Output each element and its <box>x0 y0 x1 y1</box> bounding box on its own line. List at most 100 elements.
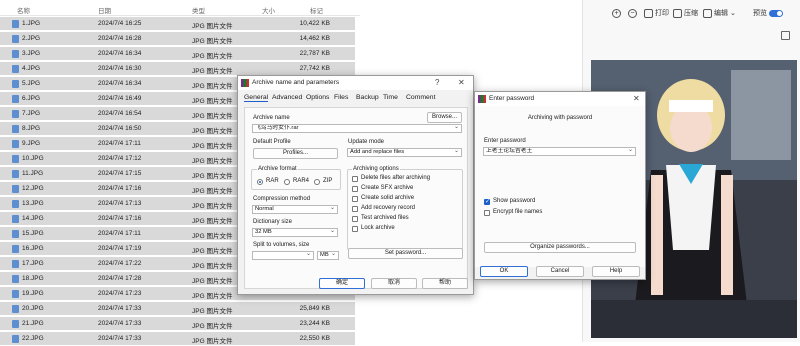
compression-select[interactable]: Normal <box>252 205 338 214</box>
split-label: Split to volumes, size <box>253 242 310 248</box>
file-type: JPG 图片文件 <box>192 23 233 30</box>
file-type: JPG 图片文件 <box>192 203 233 210</box>
tab-files[interactable]: Files <box>334 94 348 101</box>
help-button[interactable]: 帮助 <box>422 278 468 289</box>
close-icon[interactable]: ✕ <box>633 94 640 103</box>
file-row[interactable]: 3.JPG 2024/7/4 16:34 JPG 图片文件 22,787 KB <box>0 47 355 61</box>
compress-button[interactable]: 压缩 <box>673 7 698 19</box>
file-date: 2024/7/4 17:11 <box>98 140 141 147</box>
file-row[interactable]: 22.JPG 2024/7/4 17:33 JPG 图片文件 22,550 KB <box>0 332 355 346</box>
file-row[interactable]: 4.JPG 2024/7/4 16:30 JPG 图片文件 27,742 KB <box>0 62 355 76</box>
ok-button[interactable]: 确定 <box>319 278 365 289</box>
file-name: 17.JPG <box>22 260 44 267</box>
toggle-switch[interactable] <box>769 9 783 17</box>
tab-time[interactable]: Time <box>383 94 398 101</box>
expand-icon[interactable] <box>781 31 790 40</box>
password-dialog-title: Enter password <box>489 95 535 102</box>
file-name: 14.JPG <box>22 215 44 222</box>
organize-passwords-button[interactable]: Organize passwords... <box>484 242 636 253</box>
ok-button[interactable]: OK <box>480 266 528 277</box>
password-input[interactable]: 上老王论坛吉老王 <box>483 147 636 156</box>
zoom-out-button[interactable]: − <box>628 7 637 19</box>
help-icon[interactable]: ? <box>435 78 439 87</box>
printer-icon <box>644 8 653 18</box>
file-name: 15.JPG <box>22 230 44 237</box>
file-name: 11.JPG <box>22 170 44 177</box>
image-file-icon <box>12 305 19 313</box>
radio-rar4[interactable] <box>284 179 290 185</box>
column-date[interactable]: 日期 <box>98 5 111 15</box>
column-name[interactable]: 名称 <box>17 5 30 15</box>
encrypt-names-checkbox[interactable] <box>484 210 490 216</box>
file-date: 2024/7/4 17:11 <box>98 230 141 237</box>
update-mode-select[interactable]: Add and replace files <box>347 148 462 157</box>
file-type: JPG 图片文件 <box>192 158 233 165</box>
image-file-icon <box>12 80 19 88</box>
split-unit-select[interactable]: MB <box>317 251 339 260</box>
tab-general[interactable]: General <box>244 94 269 102</box>
file-date: 2024/7/4 17:33 <box>98 320 142 327</box>
zoom-in-button[interactable]: + <box>612 7 621 19</box>
file-type: JPG 图片文件 <box>192 188 233 195</box>
password-dialog: Enter password ✕ Archiving with password… <box>474 91 646 280</box>
default-profile-label: Default Profile <box>253 139 291 145</box>
file-type: JPG 图片文件 <box>192 173 233 180</box>
file-date: 2024/7/4 16:30 <box>98 65 142 72</box>
file-name: 13.JPG <box>22 200 44 207</box>
dictionary-label: Dictionary size <box>253 219 293 225</box>
option-label: Create SFX archive <box>361 185 414 191</box>
cancel-button[interactable]: 取消 <box>371 278 417 289</box>
preview-toggle[interactable]: 预览 <box>753 7 783 19</box>
file-type: JPG 图片文件 <box>192 293 233 300</box>
option-checkbox[interactable] <box>352 226 358 232</box>
tab-comment[interactable]: Comment <box>406 94 435 101</box>
archive-name-input[interactable]: 飞鸟马时女仆.rar <box>252 124 462 133</box>
radio-rar-label: RAR <box>266 178 279 184</box>
image-file-icon <box>12 275 19 283</box>
file-type: JPG 图片文件 <box>192 68 233 75</box>
file-row[interactable]: 20.JPG 2024/7/4 17:33 JPG 图片文件 25,849 KB <box>0 302 355 316</box>
file-size: 10,422 KB <box>299 20 330 27</box>
file-name: 22.JPG <box>22 335 44 342</box>
tab-advanced[interactable]: Advanced <box>272 94 302 101</box>
dictionary-select[interactable]: 32 MB <box>252 228 338 237</box>
file-row[interactable]: 21.JPG 2024/7/4 17:33 JPG 图片文件 23,244 KB <box>0 317 355 331</box>
profiles-button[interactable]: Profiles... <box>253 148 338 159</box>
split-input[interactable] <box>252 251 314 260</box>
option-checkbox[interactable] <box>352 196 358 202</box>
password-dialog-titlebar: Enter password ✕ <box>475 92 645 106</box>
file-name: 6.JPG <box>22 95 41 102</box>
file-name: 4.JPG <box>22 65 41 72</box>
file-date: 2024/7/4 17:12 <box>98 155 142 162</box>
browse-button[interactable]: Browse... <box>427 112 462 123</box>
help-button[interactable]: Help <box>592 266 640 277</box>
file-type: JPG 图片文件 <box>192 128 233 135</box>
radio-zip[interactable] <box>314 179 320 185</box>
set-password-button[interactable]: Set password... <box>348 248 463 259</box>
archiving-options-group: Archiving options Delete files after arc… <box>347 166 463 250</box>
image-file-icon <box>12 320 19 328</box>
image-file-icon <box>12 110 19 118</box>
column-type[interactable]: 类型 <box>192 5 205 15</box>
file-name: 7.JPG <box>22 110 41 117</box>
file-name: 5.JPG <box>22 80 41 87</box>
file-date: 2024/7/4 16:49 <box>98 95 142 102</box>
column-tag[interactable]: 标记 <box>310 5 323 15</box>
option-checkbox[interactable] <box>352 206 358 212</box>
file-type: JPG 图片文件 <box>192 38 233 45</box>
radio-rar[interactable] <box>257 179 263 185</box>
tab-options[interactable]: Options <box>306 94 329 101</box>
edit-button[interactable]: 编辑 ⌄ <box>703 7 736 19</box>
file-row[interactable]: 2.JPG 2024/7/4 16:28 JPG 图片文件 14,462 KB <box>0 32 355 46</box>
tab-backup[interactable]: Backup <box>356 94 379 101</box>
print-button[interactable]: 打印 <box>644 7 669 19</box>
option-checkbox[interactable] <box>352 216 358 222</box>
option-checkbox[interactable] <box>352 176 358 182</box>
file-row[interactable]: 1.JPG 2024/7/4 16:25 JPG 图片文件 10,422 KB <box>0 17 355 31</box>
column-size[interactable]: 大小 <box>262 5 275 15</box>
cancel-button[interactable]: Cancel <box>536 266 584 277</box>
show-password-checkbox[interactable] <box>484 198 490 205</box>
close-icon[interactable]: ✕ <box>458 78 465 87</box>
file-date: 2024/7/4 17:19 <box>98 245 142 252</box>
option-checkbox[interactable] <box>352 186 358 192</box>
